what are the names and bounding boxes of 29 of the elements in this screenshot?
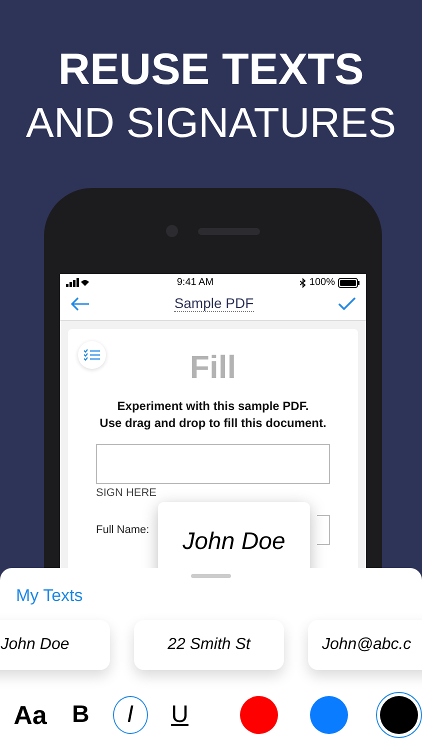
bluetooth-icon	[300, 278, 306, 288]
document-title: Sample PDF	[174, 295, 254, 312]
sign-label: SIGN HERE	[96, 487, 158, 499]
headline-text: REUSE TEXTS	[58, 44, 364, 96]
field-label: Full Name:	[96, 524, 150, 536]
saved-text-card[interactable]: John@abc.c	[308, 620, 422, 670]
format-button[interactable]: Aa	[12, 696, 48, 734]
format-button[interactable]: B	[62, 696, 99, 734]
format-button[interactable]: I	[112, 696, 148, 734]
instruction-text: Experiment with this sample PDF.	[116, 398, 310, 415]
saved-text-card[interactable]: John Doe	[0, 620, 110, 670]
signal-icon	[66, 278, 90, 287]
sheet-title: My Texts	[16, 586, 84, 606]
format-button[interactable]: U	[162, 696, 198, 734]
checklist-icon	[84, 349, 100, 361]
battery-percent: 100%	[309, 277, 335, 288]
checklist-button[interactable]	[78, 341, 106, 369]
back-arrow-icon[interactable]	[70, 296, 90, 310]
battery-icon	[338, 278, 360, 288]
signature-field[interactable]	[96, 444, 330, 484]
sheet-handle[interactable]	[191, 574, 231, 578]
status-time: 9:41 AM	[176, 277, 214, 288]
name-field[interactable]	[317, 515, 330, 545]
instruction-text: Use drag and drop to fill this document.	[100, 415, 326, 432]
checkmark-icon[interactable]	[338, 296, 356, 310]
saved-text-card[interactable]: 22 Smith St	[134, 620, 284, 670]
drag-preview-text: John Doe	[182, 528, 286, 556]
headline-text: AND SIGNATURES	[26, 98, 396, 148]
document-heading: Fill	[190, 349, 236, 386]
